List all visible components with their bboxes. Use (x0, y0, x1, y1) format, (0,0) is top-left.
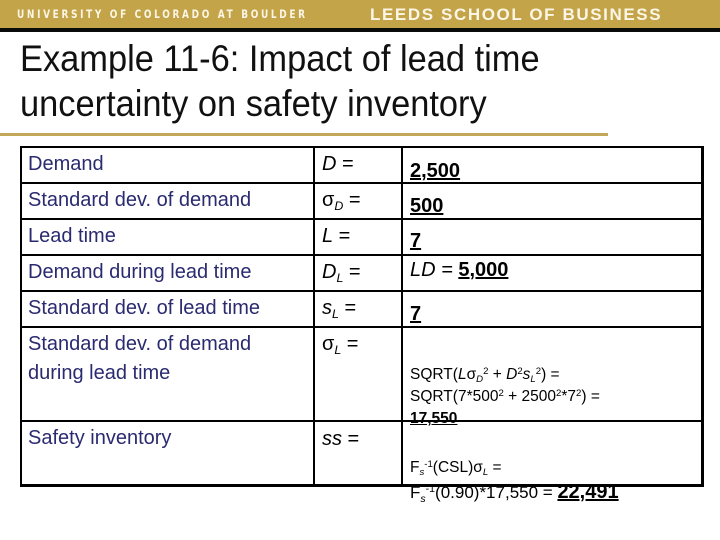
formula-ss-line-1: Fs-1(CSL)σL = (410, 458, 502, 479)
label-line-1: Standard dev. of demand (28, 333, 252, 355)
column-divider-1 (313, 146, 315, 484)
symbol-text: σ (322, 333, 335, 355)
row-divider (20, 254, 702, 256)
value-std-lead-time: 7 (410, 303, 422, 325)
formula-text: L (482, 467, 489, 479)
slide-title-line-1: Example 11-6: Impact of lead time (20, 38, 540, 79)
formula-text: 7 (567, 388, 577, 405)
formula-text: 2 (498, 387, 504, 399)
formula-text: L (457, 366, 467, 383)
symbol-subscript: L (336, 271, 344, 286)
equals-sign: = (342, 428, 360, 450)
value-safety-inventory: 22,491 (557, 481, 619, 503)
school-name: LEEDS SCHOOL OF BUSINESS (370, 5, 663, 24)
symbol-subscript: D (334, 199, 344, 214)
formula-text: σ (473, 459, 483, 476)
formula-text: 2 (517, 365, 523, 377)
formula-text: σ (466, 366, 477, 383)
value-sigma-l: 17,550 (410, 410, 458, 427)
formula-text: 7 (457, 388, 467, 405)
slide-title-line-2: uncertainty on safety inventory (20, 83, 487, 124)
row-label-std-lead-time: Standard dev. of lead time (28, 297, 260, 319)
row-label-std-demand: Standard dev. of demand (28, 189, 252, 211)
title-underline (0, 133, 608, 136)
row-symbol-std-demand: σD = (322, 189, 361, 214)
formula-text: + (503, 388, 522, 405)
formula-sigma-l-line-1: SQRT(LσD2 + D2sL2) = (410, 365, 560, 386)
symbol-text: ss (322, 428, 342, 450)
formula-text: (0.90)*17,550 = (435, 483, 558, 502)
row-symbol-lead-time: L = (322, 225, 350, 247)
formula-text: -1 (424, 458, 433, 470)
equals-sign: = (336, 153, 354, 175)
equals-sign: = (343, 189, 361, 211)
symbol-text: L (322, 225, 334, 247)
formula-text: SQRT( (410, 388, 458, 405)
formula-text: D (506, 366, 518, 383)
equals-sign: = (338, 297, 357, 319)
symbol-subscript: L (334, 343, 342, 358)
row-symbol-safety-inventory: ss = (322, 428, 359, 450)
formula-text: 2500 (521, 388, 556, 405)
header-divider (0, 28, 720, 32)
symbol-text: σ (322, 189, 335, 211)
row-symbol-demand: D = (322, 153, 354, 175)
label-line-2: during lead time (28, 362, 171, 384)
formula-text: + (488, 366, 507, 383)
value-demand: 2,500 (410, 160, 461, 182)
row-value-std-demand-lead-time: 17,550 (410, 410, 457, 428)
formula-text: ) = (581, 388, 600, 405)
row-divider (20, 290, 702, 292)
row-label-safety-inventory: Safety inventory (28, 427, 172, 449)
value-std-demand: 500 (410, 195, 444, 217)
symbol-subscript: L (332, 307, 339, 322)
value-lead-time: 7 (410, 230, 422, 252)
formula-text: ) = (541, 366, 560, 383)
row-label-demand-lead-time: Demand during lead time (28, 261, 252, 283)
formula-sigma-l-line-2: SQRT(7*5002 + 25002*72) = (410, 388, 600, 406)
column-divider-2 (401, 146, 403, 484)
equals-sign: = (341, 333, 359, 355)
row-value-demand-lead-time: LD = 5,000 (410, 259, 508, 281)
row-divider (20, 420, 702, 422)
value-demand-lead-time: 5,000 (458, 259, 509, 281)
row-value-lead-time: 7 (410, 230, 421, 252)
formula-text: -1 (425, 483, 436, 496)
row-divider (20, 218, 702, 220)
row-symbol-demand-lead-time: DL = (322, 261, 361, 286)
row-label-std-demand-lead-time: Standard dev. of demand during lead time (28, 333, 251, 384)
formula-ss-line-2: Fs-1(0.90)*17,550 = 22,491 (410, 481, 619, 505)
row-divider (20, 326, 702, 328)
row-label-lead-time: Lead time (28, 225, 116, 247)
formula-text: 500 (472, 388, 499, 405)
formula-text: 2 (576, 387, 582, 399)
symbol-text: D (322, 153, 337, 175)
formula-text: 2 (483, 365, 489, 377)
formula-text: (CSL) (432, 459, 474, 476)
formula-text: F (410, 483, 421, 502)
slide-title: Example 11-6: Impact of lead time uncert… (20, 36, 652, 126)
row-value-demand: 2,500 (410, 160, 460, 182)
row-divider (20, 182, 702, 184)
formula-text: 2 (556, 387, 562, 399)
university-name: UNIVERSITY OF COLORADO AT BOULDER (17, 7, 308, 21)
formula-text: 2 (535, 365, 542, 377)
formula-text: SQRT( (410, 366, 458, 383)
row-value-std-lead-time: 7 (410, 303, 421, 325)
formula-text: = (488, 459, 502, 476)
row-symbol-std-demand-lead-time: σL = (322, 333, 359, 358)
symbol-text: D (322, 261, 337, 283)
value-prefix: LD = (410, 259, 459, 281)
row-label-demand: Demand (28, 153, 104, 175)
formula-text: s (420, 492, 426, 505)
row-value-std-demand: 500 (410, 195, 443, 217)
symbol-text: s (322, 297, 332, 319)
formula-text: L (530, 374, 536, 386)
equals-sign: = (333, 225, 351, 247)
equals-sign: = (343, 261, 361, 283)
row-symbol-std-lead-time: sL = (322, 297, 357, 322)
